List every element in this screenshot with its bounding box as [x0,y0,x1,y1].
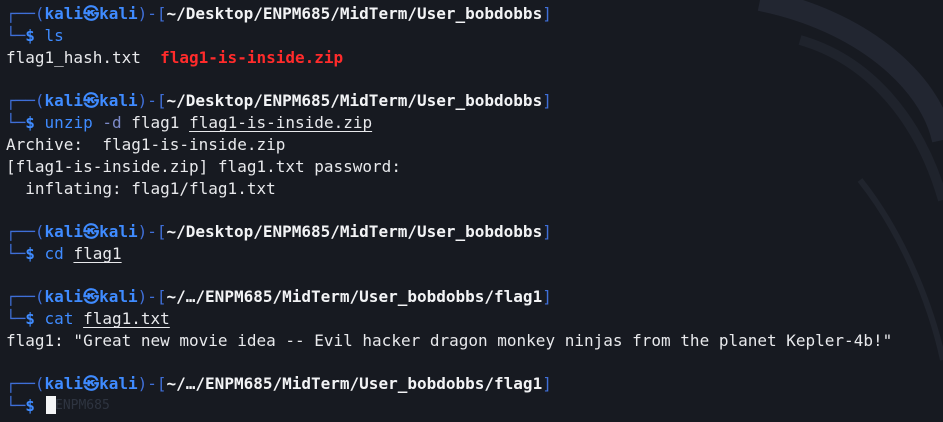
kali-skull-icon: ㉿ [83,222,100,241]
command-line[interactable]: └─$ [6,395,943,417]
command-line: └─$ ls [6,26,64,45]
output-line: [flag1-is-inside.zip] flag1.txt password… [6,157,411,176]
output-line: flag1_hash.txt flag1-is-inside.zip [6,47,943,69]
terminal-output[interactable]: ┌──(kali㉿kali)-[~/Desktop/ENPM685/MidTer… [6,3,943,417]
prompt-line: ┌──(kali㉿kali)-[~/…/ENPM685/MidTerm/User… [6,374,552,393]
text-cursor[interactable] [45,396,56,414]
file-name: flag1_hash.txt [6,48,141,67]
command-line: └─$ unzip -d flag1 flag1-is-inside.zip [6,113,373,132]
output-line: flag1: "Great new movie idea -- Evil hac… [6,331,893,350]
command: ls [44,26,64,45]
command: cd [44,244,64,263]
kali-skull-icon: ㉿ [83,374,100,393]
command: unzip [44,113,93,132]
prompt-line: ┌──(kali㉿kali)-[~/…/ENPM685/MidTerm/User… [6,287,552,306]
prompt-line: ┌──(kali㉿kali)-[~/Desktop/ENPM685/MidTer… [6,222,552,241]
prompt-line: ┌──(kali㉿kali)-[~/Desktop/ENPM685/MidTer… [6,4,552,23]
kali-skull-icon: ㉿ [83,287,100,306]
output-line: Archive: flag1-is-inside.zip [6,135,286,154]
command-line: └─$ cat flag1.txt [6,309,170,328]
command: cat [44,309,74,328]
command-line: └─$ cd flag1 [6,244,122,263]
output-line: inflating: flag1/flag1.txt [6,179,276,198]
kali-skull-icon: ㉿ [83,91,100,110]
prompt-line: ┌──(kali㉿kali)-[~/Desktop/ENPM685/MidTer… [6,91,552,110]
zip-file-name: flag1-is-inside.zip [160,48,344,67]
kali-skull-icon: ㉿ [83,4,100,23]
